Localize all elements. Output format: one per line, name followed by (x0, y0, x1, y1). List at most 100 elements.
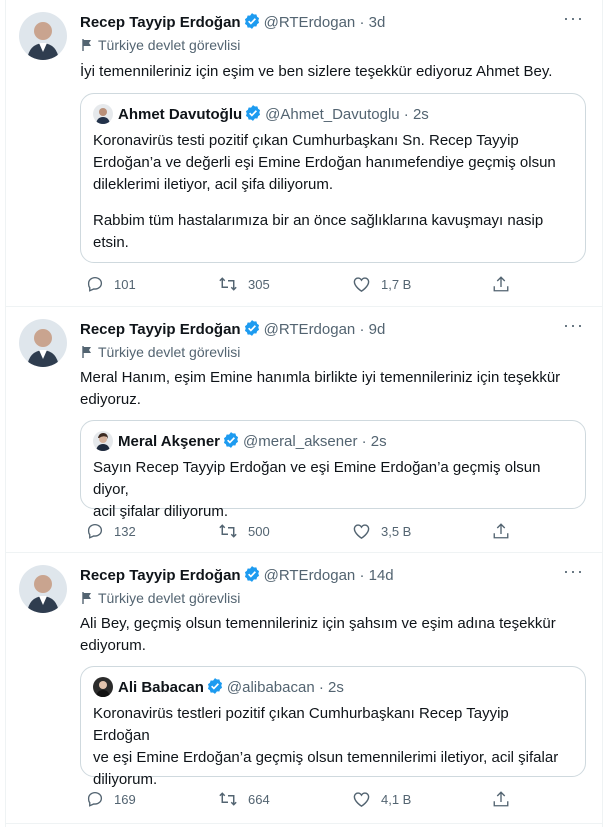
quoted-tweet-header: Meral Akşener @meral_aksener · 2s (93, 431, 387, 453)
tweet-text-line: Ali Bey, geçmiş olsun temennileriniz içi… (80, 615, 556, 632)
reply-button[interactable]: 101 (86, 275, 136, 293)
retweet-icon (219, 277, 237, 291)
quoted-tweet[interactable]: Ahmet Davutoğlu @Ahmet_Davutoglu · 2s Kor… (80, 93, 586, 263)
reply-icon (87, 523, 103, 539)
like-button[interactable]: 3,5 B (352, 522, 411, 540)
government-label-text: Türkiye devlet görevlisi (98, 37, 241, 53)
verified-badge-icon (244, 104, 262, 126)
author-name[interactable]: Recep Tayyip Erdoğan (80, 321, 241, 338)
more-options-icon[interactable]: ··· (563, 561, 584, 582)
quoted-text-line: Rabbim tüm hastalarımıza bir an önce sağ… (93, 212, 544, 229)
quoted-tweet[interactable]: Meral Akşener @meral_aksener · 2s Sayın R… (80, 420, 586, 520)
government-label-text: Türkiye devlet görevlisi (98, 590, 241, 606)
tweet-header: Recep Tayyip Erdoğan @RTErdogan · 3d (80, 12, 385, 34)
tweet-text: Ali Bey, geçmiş olsun temennileriniz içi… (80, 613, 570, 657)
author-avatar[interactable] (19, 12, 67, 60)
share-icon (493, 791, 509, 807)
tweet-text-line: ediyoruz. (80, 391, 141, 408)
quoted-author-avatar[interactable] (93, 677, 113, 697)
government-label: Türkiye devlet görevlisi (80, 344, 240, 360)
quoted-tweet-text: Sayın Recep Tayyip Erdoğan ve eşi Emine … (93, 457, 563, 523)
quoted-tweet-header: Ali Babacan @alibabacan · 2s (93, 677, 344, 699)
like-count: 4,1 B (381, 792, 412, 807)
quoted-tweet-text: Koronavirüs testi pozitif çıkan Cumhurba… (93, 130, 563, 254)
like-count: 1,7 B (381, 277, 412, 292)
quoted-text-line: Erdoğan’a ve değerli eşi Emine Erdoğan h… (93, 154, 556, 171)
quoted-text-line: dileklerimi iletiyor, acil şifa diliyoru… (93, 176, 334, 193)
quoted-text-line: diliyorum. (93, 771, 158, 788)
verified-badge-icon (243, 12, 261, 34)
quoted-text-line: Koronavirüs testleri pozitif çıkan Cumhu… (93, 705, 509, 744)
government-label: Türkiye devlet görevlisi (80, 37, 240, 53)
retweet-icon (219, 524, 237, 538)
reply-button[interactable]: 132 (86, 522, 136, 540)
retweet-count: 664 (248, 792, 270, 807)
verified-badge-icon (206, 677, 224, 699)
retweet-button[interactable]: 664 (218, 790, 270, 808)
heart-icon (353, 524, 370, 539)
reply-count: 101 (114, 277, 136, 292)
reply-icon (87, 276, 103, 292)
quoted-text-line: Sayın Recep Tayyip Erdoğan ve eşi Emine … (93, 459, 541, 498)
author-name[interactable]: Recep Tayyip Erdoğan (80, 14, 241, 31)
heart-icon (353, 277, 370, 292)
author-name[interactable]: Recep Tayyip Erdoğan (80, 567, 241, 584)
quoted-tweet-header: Ahmet Davutoğlu @Ahmet_Davutoglu · 2s (93, 104, 429, 126)
retweet-icon (219, 792, 237, 806)
quoted-text-line: etsin. (93, 234, 129, 251)
verified-badge-icon (243, 319, 261, 341)
tweet-text-line: Meral Hanım, eşim Emine hanımla birlikte… (80, 369, 561, 386)
author-avatar[interactable] (19, 565, 67, 613)
verified-badge-icon (243, 565, 261, 587)
retweet-count: 305 (248, 277, 270, 292)
share-icon (493, 276, 509, 292)
more-options-icon[interactable]: ··· (563, 8, 584, 29)
author-avatar[interactable] (19, 319, 67, 367)
quoted-author-name[interactable]: Ali Babacan (118, 679, 204, 696)
heart-icon (353, 792, 370, 807)
retweet-button[interactable]: 500 (218, 522, 270, 540)
tweet[interactable]: Recep Tayyip Erdoğan @RTErdogan · 14d ···… (6, 553, 602, 824)
reply-button[interactable]: 169 (86, 790, 136, 808)
tweet-text-line: ediyorum. (80, 637, 146, 654)
share-button[interactable] (492, 275, 520, 293)
reply-count: 132 (114, 524, 136, 539)
quoted-author-name[interactable]: Ahmet Davutoğlu (118, 106, 242, 123)
quoted-author-handle-time[interactable]: @Ahmet_Davutoglu · 2s (265, 106, 429, 123)
retweet-button[interactable]: 305 (218, 275, 270, 293)
more-options-icon[interactable]: ··· (563, 315, 584, 336)
quoted-author-name[interactable]: Meral Akşener (118, 433, 220, 450)
share-icon (493, 523, 509, 539)
government-label: Türkiye devlet görevlisi (80, 590, 240, 606)
quoted-text-line: ve eşi Emine Erdoğan’a geçmiş olsun teme… (93, 749, 559, 766)
tweet[interactable]: Recep Tayyip Erdoğan @RTErdogan · 3d ··· … (6, 0, 602, 307)
author-handle-time[interactable]: @RTErdogan · 3d (264, 14, 386, 31)
flag-icon (82, 346, 91, 358)
share-button[interactable] (492, 790, 520, 808)
quoted-author-avatar[interactable] (93, 104, 113, 124)
retweet-count: 500 (248, 524, 270, 539)
like-count: 3,5 B (381, 524, 412, 539)
author-handle-time[interactable]: @RTErdogan · 14d (264, 567, 394, 584)
verified-badge-icon (222, 431, 240, 453)
quoted-tweet[interactable]: Ali Babacan @alibabacan · 2s Koronavirüs … (80, 666, 586, 788)
quoted-tweet-text: Koronavirüs testleri pozitif çıkan Cumhu… (93, 703, 563, 791)
like-button[interactable]: 4,1 B (352, 790, 411, 808)
tweet-text: İyi temennileriniz için eşim ve ben sizl… (80, 63, 553, 80)
author-handle-time[interactable]: @RTErdogan · 9d (264, 321, 386, 338)
reply-icon (87, 791, 103, 807)
quoted-text-line: Koronavirüs testi pozitif çıkan Cumhurba… (93, 132, 519, 149)
tweet-text: Meral Hanım, eşim Emine hanımla birlikte… (80, 367, 570, 411)
tweet[interactable]: Recep Tayyip Erdoğan @RTErdogan · 9d ··· … (6, 307, 602, 553)
reply-count: 169 (114, 792, 136, 807)
flag-icon (82, 592, 91, 604)
flag-icon (82, 39, 91, 51)
tweet-header: Recep Tayyip Erdoğan @RTErdogan · 9d (80, 319, 385, 341)
quoted-author-handle-time[interactable]: @alibabacan · 2s (227, 679, 344, 696)
like-button[interactable]: 1,7 B (352, 275, 411, 293)
quoted-author-handle-time[interactable]: @meral_aksener · 2s (243, 433, 387, 450)
tweet-header: Recep Tayyip Erdoğan @RTErdogan · 14d (80, 565, 394, 587)
quoted-author-avatar[interactable] (93, 431, 113, 451)
government-label-text: Türkiye devlet görevlisi (98, 344, 241, 360)
share-button[interactable] (492, 522, 520, 540)
